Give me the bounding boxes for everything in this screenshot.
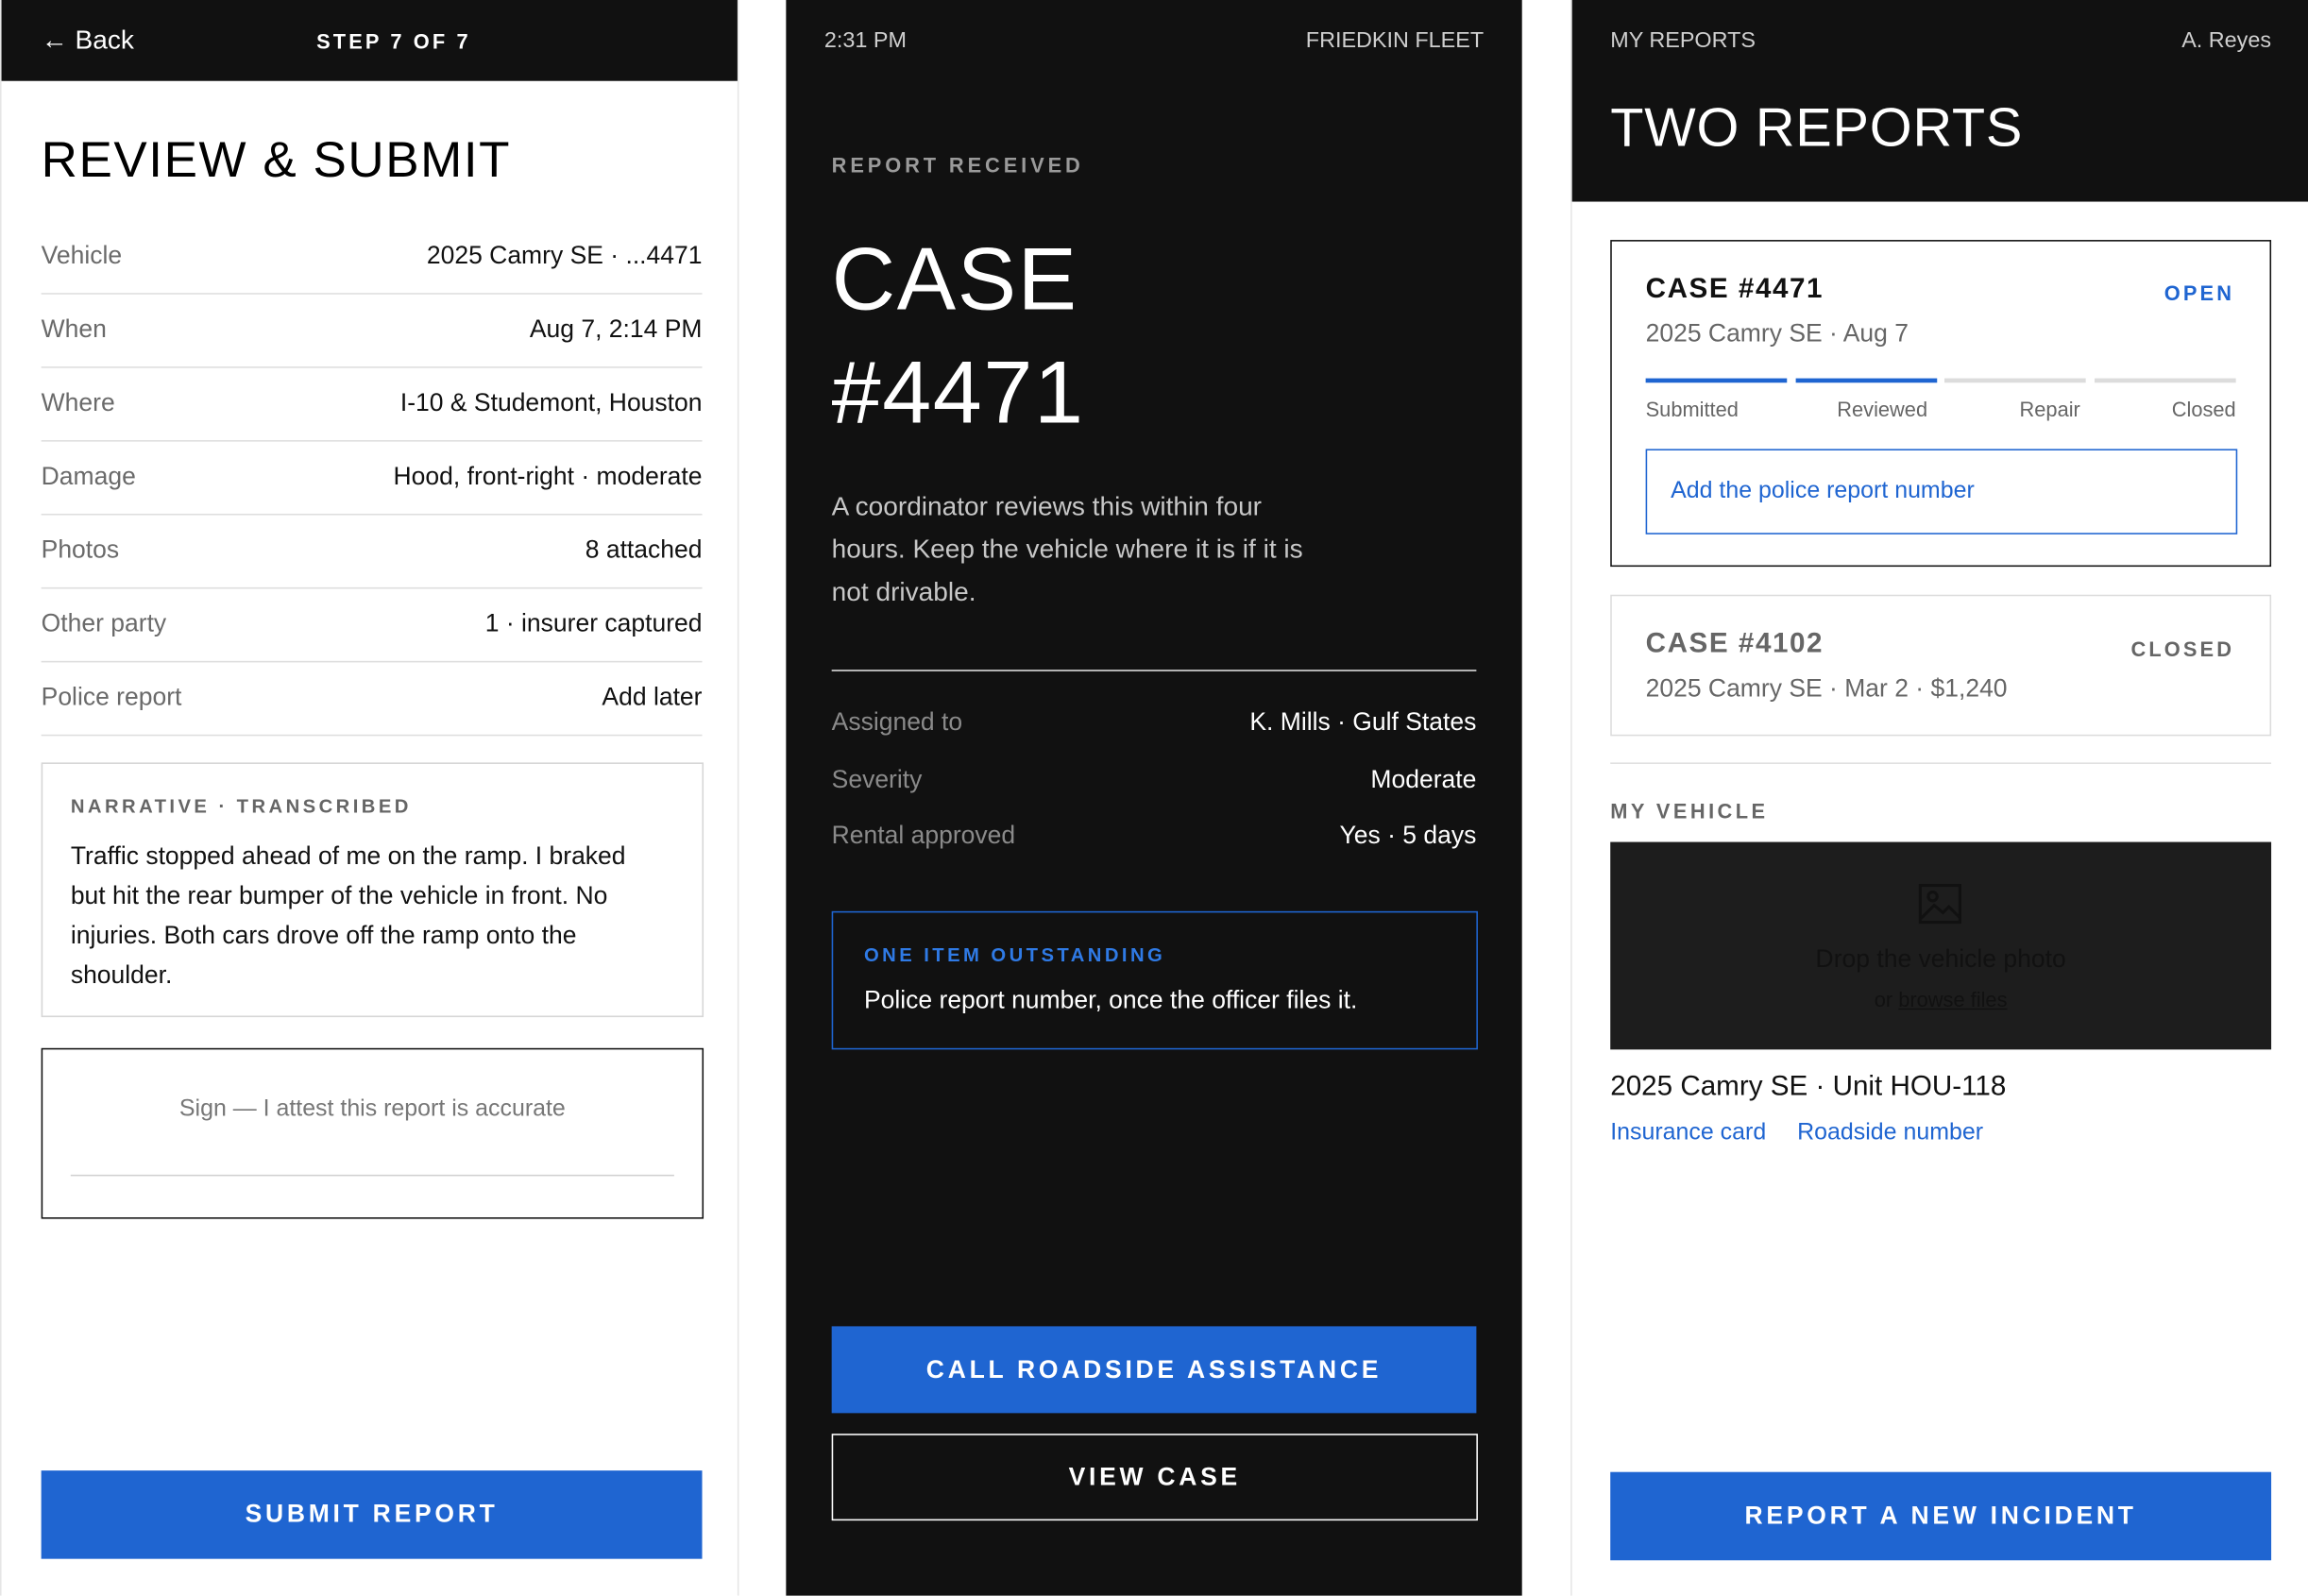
app-canvas: ← Back STEP 7 OF 7 REVIEW & SUBMIT Vehic… [0,0,2308,1596]
my-reports-screen: MY REPORTS A. Reyes TWO REPORTS CASE #44… [1570,0,2308,1596]
case-card-open[interactable]: CASE #4471 OPEN 2025 Camry SE · Aug 7 Su… [1610,240,2272,568]
outstanding-text: Police report number, once the officer f… [863,986,1358,1014]
reports-header: MY REPORTS A. Reyes TWO REPORTS [1571,0,2308,202]
browse-files-link[interactable]: browse files [1898,988,2007,1011]
view-case-button[interactable]: VIEW CASE [831,1434,1478,1521]
vehicle-photo-dropzone[interactable]: Drop the vehicle photo or browse files [1610,841,2272,1050]
row-value: I-10 & Studemont, Houston [399,388,703,417]
image-icon [1918,883,1961,925]
signature-field[interactable]: Sign — I attest this report is accurate [41,1047,704,1219]
status-badge: CLOSED [2130,637,2235,661]
dropzone-title: Drop the vehicle photo [1815,944,2066,974]
narrative-caption: NARRATIVE · TRANSCRIBED [70,794,412,818]
summary-row-police-report: Police report Add later [41,662,702,737]
divider [1610,762,2272,764]
divider [831,670,1477,671]
case-number: #4471 [831,343,1085,442]
report-received-screen: 2:31 PM FRIEDKIN FLEET REPORT RECEIVED C… [786,0,1522,1596]
summary-row-photos: Photos 8 attached [41,516,703,589]
signature-line [70,1174,674,1177]
dropzone-hint: or browse files [1610,988,2271,1011]
row-value: Hood, front-right · moderate [393,462,703,491]
case-title: CASE #4102 [1645,628,1824,660]
section-label: MY REPORTS [1610,27,1756,54]
progress-segment [1795,378,1938,383]
status-badge: OPEN [2164,280,2235,305]
step-label-repair: Repair [2019,397,2080,421]
case-subtitle: 2025 Camry SE · Aug 7 [1645,319,1909,348]
page-title: REVIEW & SUBMIT [41,132,512,189]
roadside-number-link[interactable]: Roadside number [1797,1120,1983,1146]
add-police-report-label: Add the police report number [1671,478,1975,504]
progress-segment [2095,378,2236,383]
detail-value: K. Mills · Gulf States [1249,707,1477,737]
insurance-card-link[interactable]: Insurance card [1610,1120,1766,1146]
row-value: 1 · insurer captured [484,609,703,637]
row-label: Vehicle [41,241,123,270]
row-label: Photos [41,535,120,564]
page-title: TWO REPORTS [1610,96,2024,158]
summary-row-where: Where I-10 & Studemont, Houston [41,368,703,442]
submit-report-button[interactable]: SUBMIT REPORT [41,1470,703,1559]
narrative-box: NARRATIVE · TRANSCRIBED Traffic stopped … [41,762,704,1018]
case-card-closed[interactable]: CASE #4102 CLOSED 2025 Camry SE · Mar 2 … [1610,594,2272,737]
report-new-incident-button[interactable]: REPORT A NEW INCIDENT [1610,1471,2272,1561]
vehicle-name: 2025 Camry SE · Unit HOU-118 [1610,1071,2007,1103]
call-roadside-button[interactable]: CALL ROADSIDE ASSISTANCE [831,1326,1477,1414]
fleet-name: FRIEDKIN FLEET [1305,27,1485,54]
outstanding-caption: ONE ITEM OUTSTANDING [863,943,1166,966]
step-label-closed: Closed [2171,397,2236,421]
signature-placeholder: Sign — I attest this report is accurate [178,1096,566,1122]
step-label-submitted: Submitted [1645,397,1739,421]
row-value: 2025 Camry SE · ...4471 [426,241,703,270]
row-label: Other party [41,609,167,637]
row-label: Damage [41,462,136,491]
step-indicator: STEP 7 OF 7 [316,29,471,54]
case-title: CASE #4471 [1645,273,1824,305]
summary-row-vehicle: Vehicle 2025 Camry SE · ...4471 [41,221,703,295]
add-police-report-button[interactable]: Add the police report number [1645,449,2238,535]
narrative-text: Traffic stopped ahead of me on the ramp.… [70,841,626,990]
row-value: 8 attached [585,535,703,564]
received-message: A coordinator reviews this within four h… [831,491,1303,607]
case-word: CASE [831,229,1078,329]
review-screen: ← Back STEP 7 OF 7 REVIEW & SUBMIT Vehic… [0,0,739,1596]
user-name[interactable]: A. Reyes [2181,28,2271,53]
detail-value: Moderate [1370,765,1477,794]
add-later-link[interactable]: Add later [602,683,702,712]
detail-label: Rental approved [831,821,1016,850]
progress-segment [1645,378,1788,383]
summary-row-damage: Damage Hood, front-right · moderate [41,442,703,516]
dropzone-or: or [1874,987,1893,1011]
detail-value: Yes · 5 days [1339,821,1477,850]
review-top-bar: ← Back STEP 7 OF 7 [1,0,738,81]
case-subtitle: 2025 Camry SE · Mar 2 · $1,240 [1645,673,2008,703]
detail-label: Severity [831,765,923,794]
outstanding-item-box: ONE ITEM OUTSTANDING Police report numbe… [831,910,1478,1050]
summary-row-other-party: Other party 1 · insurer captured [41,588,703,663]
row-label: Where [41,388,115,417]
received-eyebrow: REPORT RECEIVED [831,153,1084,178]
vehicle-section-caption: MY VEHICLE [1610,799,1769,823]
row-label: Police report [41,683,182,711]
progress-segment [1944,378,2086,383]
row-value: Aug 7, 2:14 PM [529,314,703,344]
summary-row-when: When Aug 7, 2:14 PM [41,295,703,368]
status-time: 2:31 PM [823,27,907,54]
row-label: When [41,314,107,344]
step-label-reviewed: Reviewed [1837,397,1928,421]
back-button[interactable]: ← Back [42,25,134,56]
detail-label: Assigned to [831,707,963,737]
